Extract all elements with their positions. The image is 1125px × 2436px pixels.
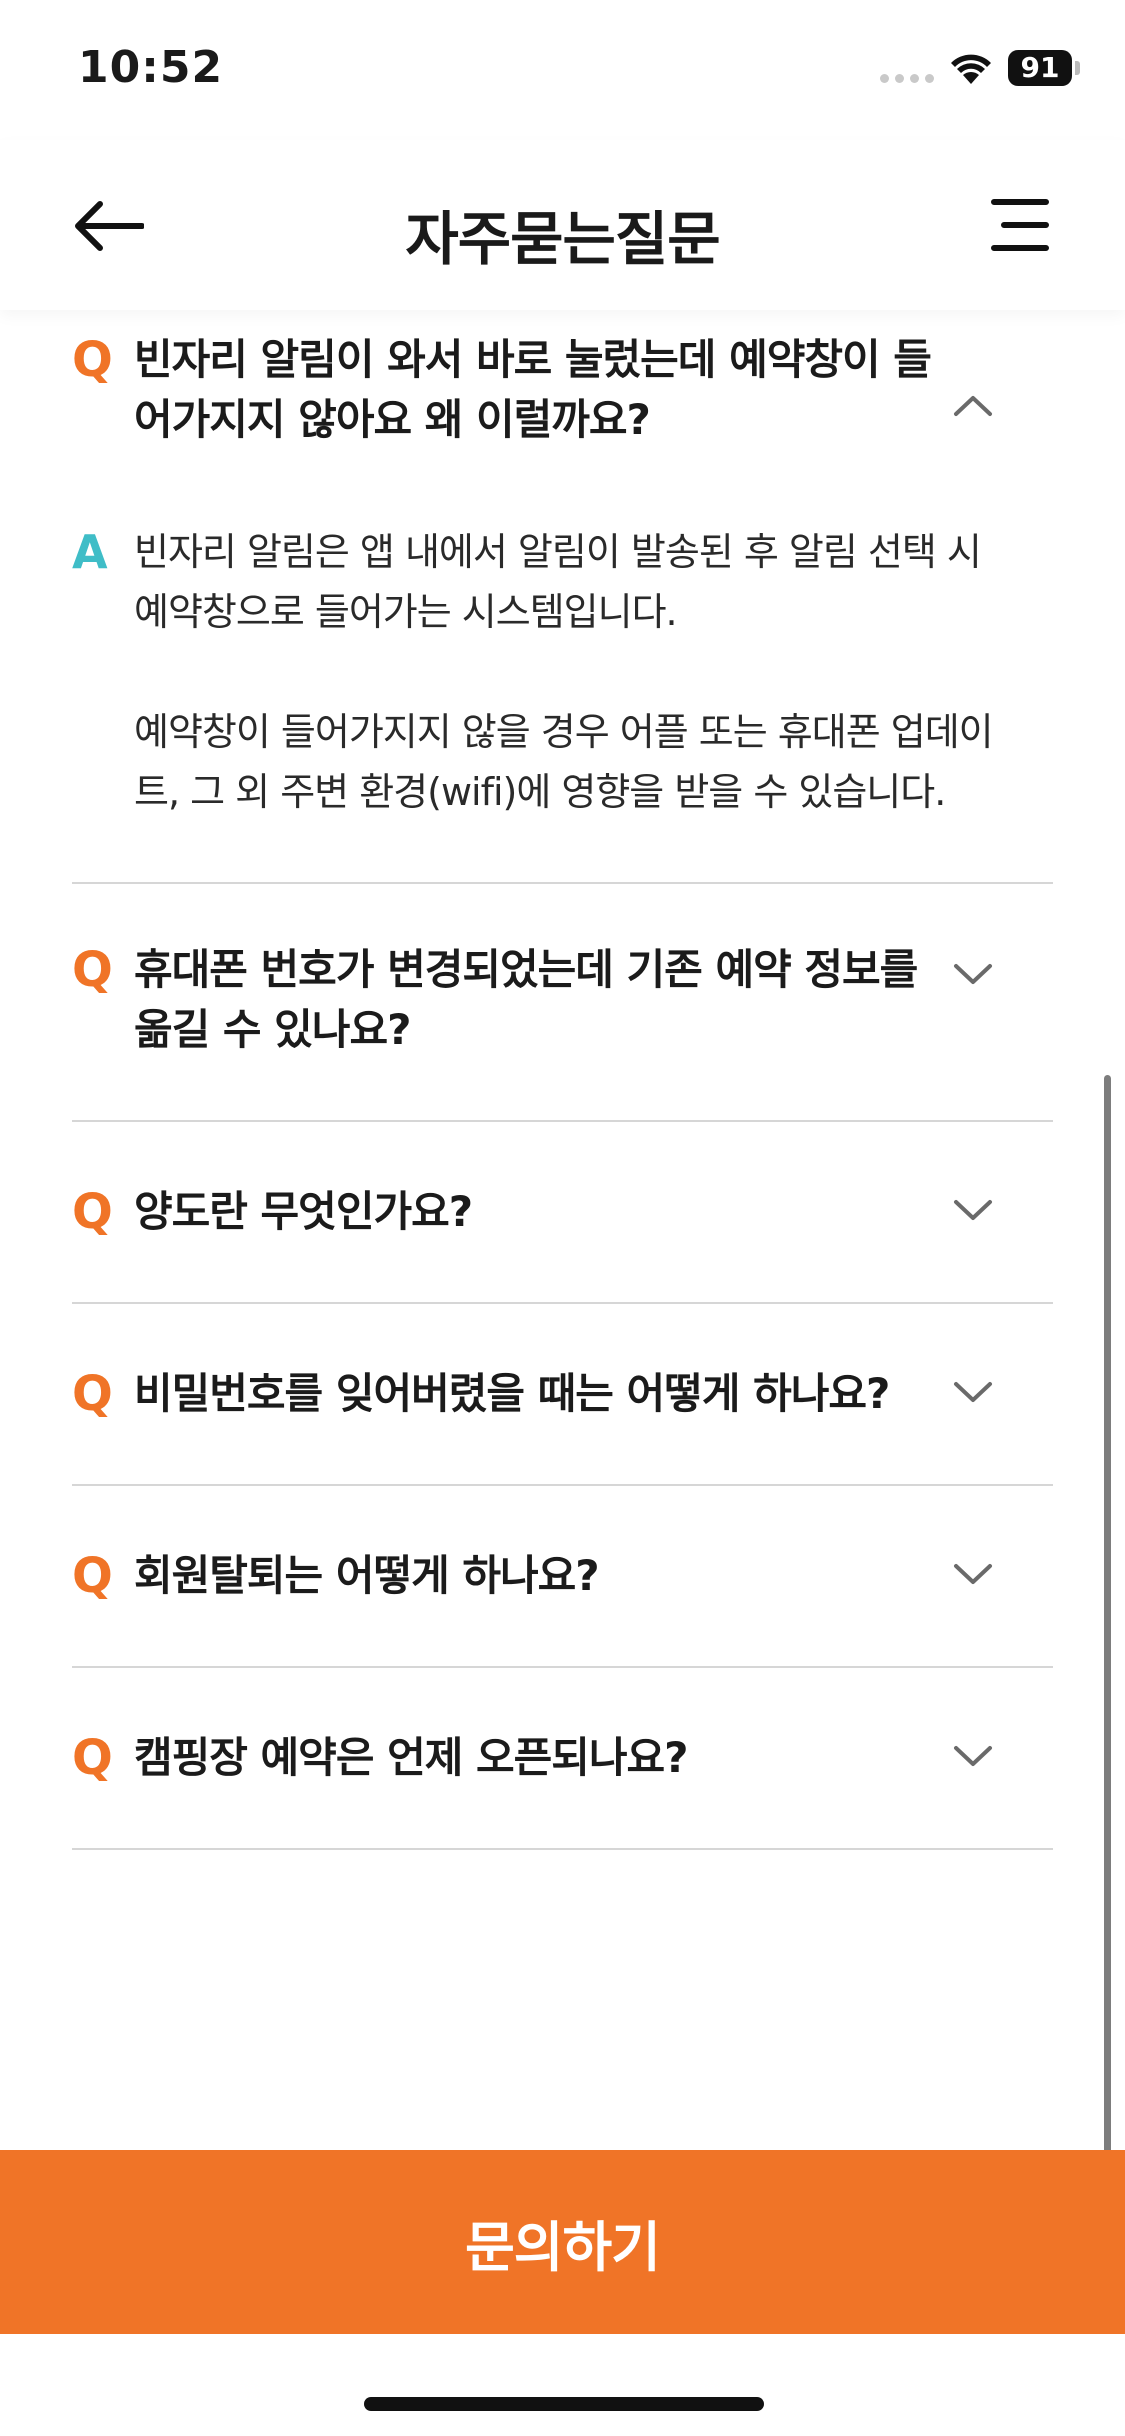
battery-icon: 91 — [1008, 50, 1072, 86]
question-mark: Q — [72, 1366, 113, 1422]
battery-cap — [1075, 61, 1080, 75]
scrollbar[interactable] — [1104, 1075, 1111, 2330]
question-mark: Q — [72, 1548, 113, 1604]
faq-question[interactable]: 빈자리 알림이 와서 바로 눌렀는데 예약창이 들어가지지 않아요 왜 이럴까요… — [134, 330, 944, 450]
faq-item: Q 양도란 무엇인가요? — [72, 1122, 1053, 1304]
answer-paragraph: 예약창이 들어가지지 않을 경우 어플 또는 휴대폰 업데이트, 그 외 주변 … — [134, 710, 994, 814]
status-time: 10:52 — [78, 42, 224, 93]
inquiry-button[interactable]: 문의하기 — [0, 2150, 1125, 2334]
faq-answer-row: A 빈자리 알림은 앱 내에서 알림이 발송된 후 알림 선택 시 예약창으로 … — [72, 522, 1053, 822]
chevron-down-icon[interactable] — [952, 1562, 994, 1588]
faq-item: Q 회원탈퇴는 어떻게 하나요? — [72, 1486, 1053, 1668]
question-mark: Q — [72, 942, 113, 998]
faq-item: Q 비밀번호를 잊어버렸을 때는 어떻게 하나요? — [72, 1304, 1053, 1486]
faq-item: Q 휴대폰 번호가 변경되었는데 기존 예약 정보를 옮길 수 있나요? — [72, 884, 1053, 1122]
question-mark: Q — [72, 1184, 113, 1240]
faq-question-row[interactable]: Q 빈자리 알림이 와서 바로 눌렀는데 예약창이 들어가지지 않아요 왜 이럴… — [72, 330, 1053, 450]
faq-question-row[interactable]: Q 캠핑장 예약은 언제 오픈되나요? — [72, 1728, 1053, 1788]
faq-question[interactable]: 캠핑장 예약은 언제 오픈되나요? — [134, 1728, 944, 1788]
faq-question[interactable]: 비밀번호를 잊어버렸을 때는 어떻게 하나요? — [134, 1364, 944, 1424]
faq-question[interactable]: 회원탈퇴는 어떻게 하나요? — [134, 1546, 944, 1606]
question-mark: Q — [72, 1730, 113, 1786]
faq-question-row[interactable]: Q 회원탈퇴는 어떻게 하나요? — [72, 1546, 1053, 1606]
faq-question[interactable]: 양도란 무엇인가요? — [134, 1182, 944, 1242]
page-title: 자주묻는질문 — [405, 205, 720, 273]
cellular-signal-icon — [880, 74, 934, 83]
answer-paragraph: 빈자리 알림은 앱 내에서 알림이 발송된 후 알림 선택 시 예약창으로 들어… — [134, 530, 982, 634]
chevron-down-icon[interactable] — [952, 962, 994, 988]
chevron-down-icon[interactable] — [952, 1380, 994, 1406]
app-header: 자주묻는질문 — [0, 140, 1125, 310]
question-mark: Q — [72, 332, 113, 388]
chevron-up-icon[interactable] — [952, 392, 994, 418]
menu-icon[interactable] — [986, 196, 1050, 254]
faq-answer: 빈자리 알림은 앱 내에서 알림이 발송된 후 알림 선택 시 예약창으로 들어… — [134, 522, 994, 822]
faq-item: Q 빈자리 알림이 와서 바로 눌렀는데 예약창이 들어가지지 않아요 왜 이럴… — [72, 310, 1053, 884]
home-indicator[interactable] — [364, 2397, 764, 2411]
status-bar: 10:52 91 — [0, 0, 1125, 140]
faq-question-row[interactable]: Q 비밀번호를 잊어버렸을 때는 어떻게 하나요? — [72, 1364, 1053, 1424]
wifi-icon — [951, 54, 991, 84]
answer-mark: A — [72, 525, 108, 579]
chevron-down-icon[interactable] — [952, 1744, 994, 1770]
faq-item: Q 캠핑장 예약은 언제 오픈되나요? — [72, 1668, 1053, 1850]
faq-list: Q 빈자리 알림이 와서 바로 눌렀는데 예약창이 들어가지지 않아요 왜 이럴… — [0, 310, 1125, 1850]
chevron-down-icon[interactable] — [952, 1198, 994, 1224]
faq-question-row[interactable]: Q 양도란 무엇인가요? — [72, 1182, 1053, 1242]
faq-question[interactable]: 휴대폰 번호가 변경되었는데 기존 예약 정보를 옮길 수 있나요? — [134, 940, 944, 1060]
faq-question-row[interactable]: Q 휴대폰 번호가 변경되었는데 기존 예약 정보를 옮길 수 있나요? — [72, 940, 1053, 1060]
